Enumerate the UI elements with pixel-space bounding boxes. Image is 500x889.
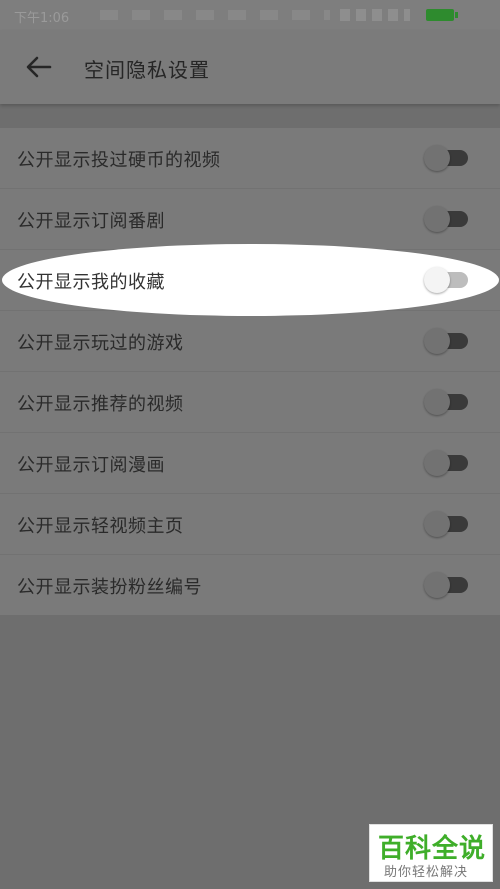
app-bar: 空间隐私设置 [0, 30, 500, 104]
toggle-switch[interactable] [424, 572, 468, 598]
signal-icon [340, 9, 410, 21]
setting-row-recommended-videos[interactable]: 公开显示推荐的视频 [0, 372, 500, 433]
toggle-switch[interactable] [424, 206, 468, 232]
toggle-switch[interactable] [424, 145, 468, 171]
page-title: 空间隐私设置 [84, 58, 210, 82]
privacy-settings-list: 公开显示投过硬币的视频 公开显示订阅番剧 公开显示玩过的游戏 公开显示推荐的视频… [0, 128, 500, 615]
setting-row-played-games[interactable]: 公开显示玩过的游戏 [0, 311, 500, 372]
watermark-title: 百科全说 [378, 834, 487, 864]
setting-label: 公开显示我的收藏 [17, 272, 165, 293]
setting-row-subscribed-bangumi[interactable]: 公开显示订阅番剧 [0, 189, 500, 250]
toggle-switch[interactable] [424, 328, 468, 354]
setting-row-light-video-home[interactable]: 公开显示轻视频主页 [0, 494, 500, 555]
status-time: 下午1:06 [14, 11, 70, 26]
status-bar: 下午1:06 [0, 0, 500, 30]
battery-icon [426, 9, 458, 21]
status-notification-icons [100, 10, 330, 20]
toggle-switch[interactable] [424, 511, 468, 537]
setting-label: 公开显示订阅番剧 [17, 211, 165, 232]
toggle-switch[interactable] [424, 389, 468, 415]
setting-label: 公开显示轻视频主页 [17, 516, 184, 537]
setting-row-fan-number[interactable]: 公开显示装扮粉丝编号 [0, 555, 500, 615]
setting-label: 公开显示投过硬币的视频 [17, 150, 221, 171]
setting-label: 公开显示推荐的视频 [17, 394, 184, 415]
arrow-left-icon[interactable] [24, 52, 54, 82]
watermark-logo: 百科全说 助你轻松解决 [369, 824, 493, 882]
toggle-switch-favorites[interactable] [424, 267, 468, 293]
setting-row-subscribed-comics[interactable]: 公开显示订阅漫画 [0, 433, 500, 494]
setting-label: 公开显示玩过的游戏 [17, 333, 184, 354]
toggle-switch[interactable] [424, 450, 468, 476]
watermark-subtitle: 助你轻松解决 [384, 865, 469, 880]
setting-row-coin-videos[interactable]: 公开显示投过硬币的视频 [0, 128, 500, 189]
setting-row-favorites[interactable]: 公开显示我的收藏 [2, 244, 499, 316]
setting-label: 公开显示订阅漫画 [17, 455, 165, 476]
setting-label: 公开显示装扮粉丝编号 [17, 577, 202, 598]
